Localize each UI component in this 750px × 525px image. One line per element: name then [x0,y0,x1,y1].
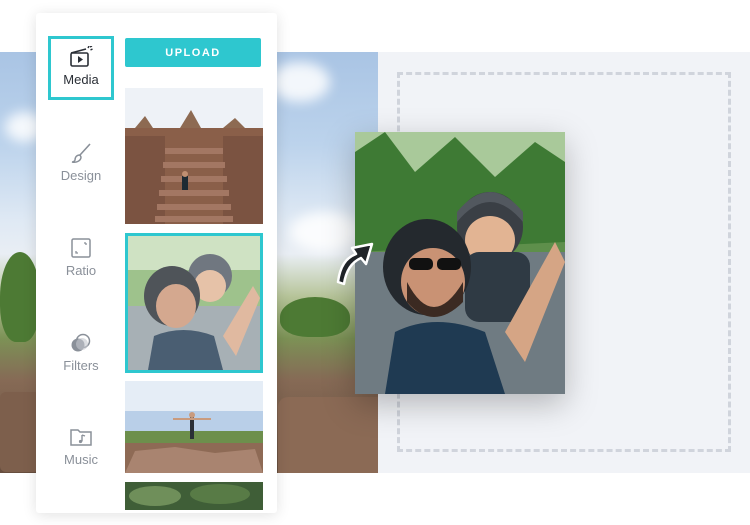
media-icon [70,46,93,67]
sidebar-item-music[interactable]: Music [48,416,114,480]
ratio-icon [71,238,91,258]
rocks-landscape-photo [125,381,263,473]
couple-selfie-large [355,132,565,394]
sidebar-item-ratio[interactable]: Ratio [48,227,114,291]
brush-icon [71,143,91,163]
sidebar-item-design[interactable]: Design [48,132,114,196]
sidebar-item-label: Filters [63,358,99,373]
music-folder-icon [70,429,92,446]
media-thumbnail-temple-stairs[interactable] [125,88,263,224]
filters-icon [71,333,91,352]
sidebar-item-filters[interactable]: Filters [48,322,114,386]
couple-selfie-photo [128,236,260,370]
green-foliage-photo [125,482,263,510]
sidebar-item-label: Design [60,168,102,183]
dragged-photo[interactable] [355,132,565,394]
sidebar-item-label: Ratio [65,263,97,278]
media-thumbnail-rocks-landscape[interactable] [125,381,263,473]
sidebar-item-label: Music [64,452,98,467]
media-thumbnail-couple-selfie[interactable] [125,233,263,373]
upload-button[interactable]: UPLOAD [125,38,261,67]
drag-arrow-icon [336,242,374,286]
sidebar-item-label: Media [63,72,99,87]
temple-stairs-photo [125,88,263,224]
media-thumbnail-green-foliage[interactable] [125,482,263,510]
sidebar-item-media[interactable]: Media [48,36,114,100]
